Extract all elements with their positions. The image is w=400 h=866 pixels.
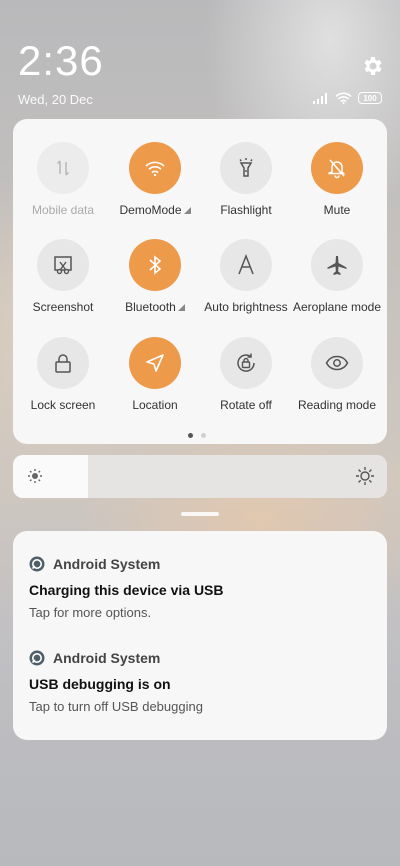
notification-app-name: Android System	[53, 556, 161, 572]
notification-header: Android System	[29, 556, 369, 572]
tile-auto-brightness-button[interactable]	[220, 239, 272, 291]
brightness-low-icon	[28, 469, 42, 483]
tile-label: Mobile data	[31, 203, 95, 217]
auto-brightness-icon	[238, 254, 254, 275]
tile-label: Screenshot	[32, 300, 94, 314]
tile-label: Auto brightness	[204, 300, 288, 314]
tile-reading-mode-button[interactable]	[311, 337, 363, 389]
tile-lock-screen-button[interactable]	[37, 337, 89, 389]
expand-caret-icon[interactable]	[177, 304, 185, 311]
tile-flashlight[interactable]: Flashlight	[200, 142, 292, 217]
android-system-icon	[29, 556, 45, 572]
tile-bluetooth[interactable]: Bluetooth	[109, 239, 201, 314]
screenshot-icon	[54, 256, 72, 275]
tile-label: Location	[132, 398, 178, 412]
lock-icon	[55, 354, 71, 373]
tile-auto-brightness[interactable]: Auto brightness	[200, 239, 292, 314]
tile-aeroplane-mode-button[interactable]	[311, 239, 363, 291]
tile-label: Mute	[323, 203, 351, 217]
signal-icon	[313, 92, 327, 104]
airplane-icon	[327, 256, 347, 275]
tile-mute-button[interactable]	[311, 142, 363, 194]
battery-icon: 100	[358, 92, 382, 104]
brightness-high-icon	[356, 467, 374, 485]
bell-off-icon	[328, 159, 346, 179]
date-label[interactable]: Wed, 20 Dec	[18, 92, 93, 107]
status-header: 2:36 Wed, 20 Dec 100	[0, 0, 400, 115]
expand-caret-icon[interactable]	[183, 207, 191, 214]
notification-text: Tap for more options.	[29, 605, 152, 620]
tile-location-button[interactable]	[129, 337, 181, 389]
tile-demomode-button[interactable]	[129, 142, 181, 194]
brightness-fill[interactable]	[13, 455, 88, 498]
system-icons: 100	[313, 92, 382, 104]
location-arrow-icon	[146, 354, 164, 372]
tile-bluetooth-button[interactable]	[129, 239, 181, 291]
tile-mobile-data-button[interactable]	[37, 142, 89, 194]
tile-demomode[interactable]: DemoMode	[109, 142, 201, 217]
flashlight-icon	[239, 158, 253, 177]
wifi-icon	[145, 161, 165, 177]
mobile-data-icon	[56, 160, 70, 176]
android-system-icon	[29, 650, 45, 666]
page-indicator	[188, 433, 206, 438]
notification-item[interactable]: Android System USB debugging is on Tap t…	[29, 650, 369, 714]
wifi-icon	[335, 92, 352, 104]
tile-aeroplane-mode[interactable]: Aeroplane mode	[291, 239, 383, 314]
tile-label: Aeroplane mode	[292, 300, 382, 314]
tile-screenshot[interactable]: Screenshot	[17, 239, 109, 314]
tile-label-wrap: DemoMode	[109, 203, 201, 217]
rotate-lock-icon	[237, 353, 255, 372]
page-dot-2[interactable]	[201, 433, 206, 438]
eye-icon	[325, 355, 349, 371]
notification-text: Tap to turn off USB debugging	[29, 699, 203, 714]
notification-app-name: Android System	[53, 650, 161, 666]
notification-panel: Android System Charging this device via …	[13, 531, 387, 740]
notification-header: Android System	[29, 650, 369, 666]
tile-flashlight-button[interactable]	[220, 142, 272, 194]
bluetooth-icon	[149, 255, 162, 275]
tile-label: Bluetooth	[125, 300, 176, 314]
tile-label-wrap: Bluetooth	[109, 300, 201, 314]
tile-location[interactable]: Location	[109, 337, 201, 412]
tile-mobile-data[interactable]: Mobile data	[17, 142, 109, 217]
tile-label: DemoMode	[119, 203, 182, 217]
settings-gear-icon[interactable]	[360, 54, 384, 78]
notification-title: Charging this device via USB	[29, 582, 224, 598]
tile-label: Flashlight	[220, 203, 272, 217]
tile-label: Rotate off	[220, 398, 272, 412]
drag-handle[interactable]	[181, 512, 219, 516]
page-dot-1[interactable]	[188, 433, 193, 438]
tile-screenshot-button[interactable]	[37, 239, 89, 291]
brightness-slider[interactable]	[13, 455, 387, 498]
notification-title: USB debugging is on	[29, 676, 171, 692]
tile-mute[interactable]: Mute	[291, 142, 383, 217]
tile-lock-screen[interactable]: Lock screen	[17, 337, 109, 412]
notification-item[interactable]: Android System Charging this device via …	[29, 556, 369, 620]
tile-reading-mode[interactable]: Reading mode	[291, 337, 383, 412]
tile-label: Lock screen	[30, 398, 96, 412]
tile-label: Reading mode	[297, 398, 377, 412]
battery-level: 100	[363, 93, 377, 103]
tile-rotate-off[interactable]: Rotate off	[200, 337, 292, 412]
clock-time[interactable]: 2:36	[18, 40, 104, 82]
tile-rotate-off-button[interactable]	[220, 337, 272, 389]
quick-settings-panel: Mobile data DemoMode Flashlight Mute Scr…	[13, 119, 387, 444]
